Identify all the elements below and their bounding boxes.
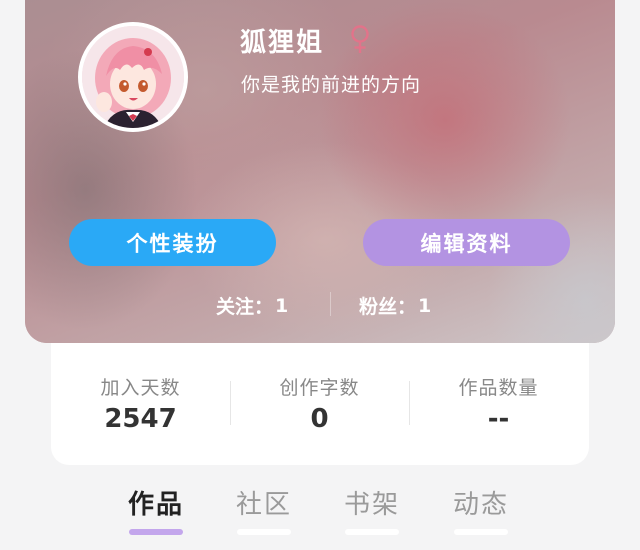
user-name: 狐狸姐 [240,28,325,58]
stat-value: -- [487,404,510,434]
anime-girl-avatar [82,26,184,128]
tab-label: 作品 [127,490,184,520]
user-bio: 你是我的前进的方向 [241,74,422,96]
tab-indicator [345,529,399,535]
stat-works-count: 作品数量 -- [409,373,588,434]
follow-divider [330,292,331,316]
profile-header: 狐狸姐 你是我的前进的方向 个性装扮 编辑资料 关注： 1 粉丝： 1 [25,0,615,343]
tab-indicator [237,529,291,535]
stat-value: 2547 [104,404,177,434]
stat-word-count: 创作字数 0 [230,373,409,434]
tab-works[interactable]: 作品 [106,484,206,535]
edit-profile-button[interactable]: 编辑资料 [363,219,570,266]
stat-label: 加入天数 [100,377,181,399]
tab-indicator [454,529,508,535]
female-symbol-icon [351,25,369,53]
stat-label: 作品数量 [458,377,539,399]
tab-community[interactable]: 社区 [214,484,314,535]
stat-label: 创作字数 [279,377,360,399]
profile-tabs: 作品 社区 书架 动态 [0,480,640,550]
following-label: 关注： [216,296,274,318]
tab-bookshelf[interactable]: 书架 [322,484,422,535]
fans-value: 1 [418,294,432,317]
stat-value: 0 [310,404,329,434]
following-value: 1 [275,294,289,317]
tab-label: 书架 [343,490,400,520]
tab-label: 社区 [235,490,292,520]
dressup-button[interactable]: 个性装扮 [69,219,276,266]
stat-join-days: 加入天数 2547 [51,373,230,434]
fans-label: 粉丝： [359,296,417,318]
fans-count[interactable]: 粉丝： 1 [359,292,431,319]
tab-active-indicator [129,529,183,535]
follow-stats: 关注： 1 粉丝： 1 [25,292,615,319]
following-count[interactable]: 关注： 1 [216,292,288,319]
tab-label: 动态 [452,490,509,520]
tab-activity[interactable]: 动态 [431,484,531,535]
stats-card: 加入天数 2547 创作字数 0 作品数量 -- [51,343,589,465]
avatar[interactable] [78,22,188,132]
